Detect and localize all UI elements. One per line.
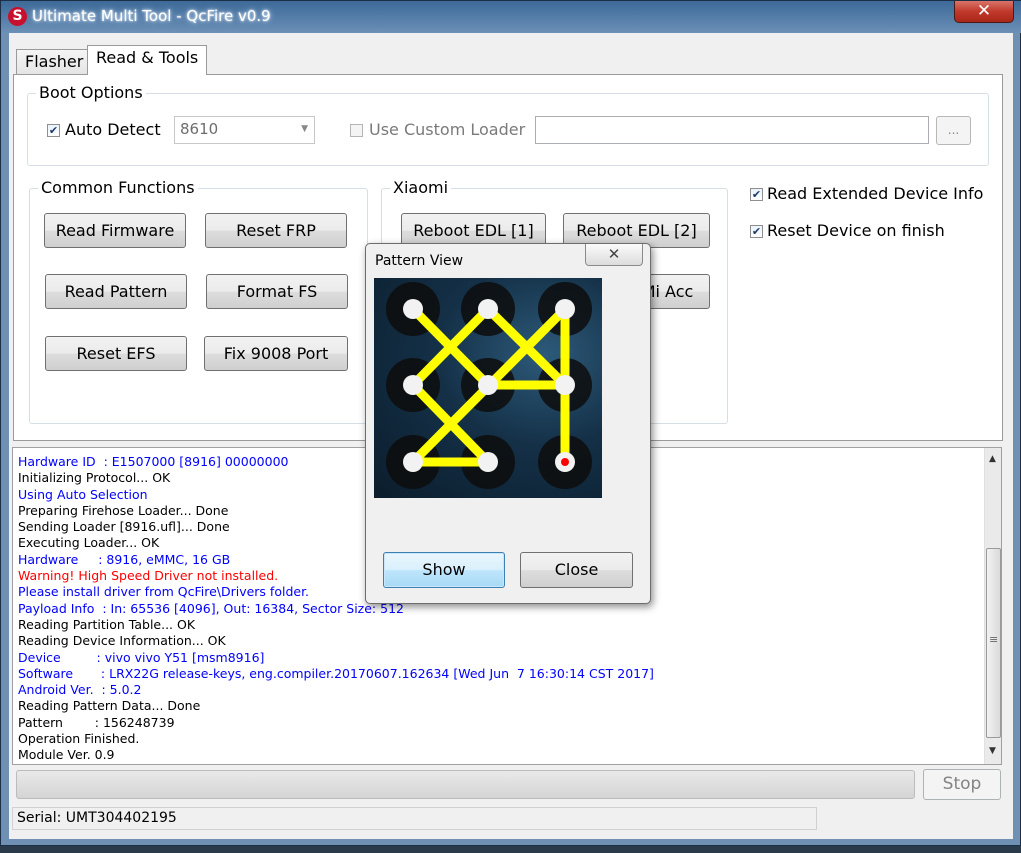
log-line: Reading Partition Table... OK: [18, 616, 196, 632]
window-close-button[interactable]: ✕: [954, 1, 1014, 23]
dialog-title: Pattern View: [375, 253, 464, 269]
chip-select-value: 8610: [180, 120, 219, 138]
loader-path-input[interactable]: [535, 116, 929, 144]
log-line: Reading Pattern Data... Done: [18, 698, 201, 714]
pattern-node: [403, 375, 423, 395]
checkmark-icon: ✔: [751, 188, 762, 201]
browse-loader-button[interactable]: ...: [936, 116, 971, 145]
read-extended-checkbox[interactable]: ✔: [750, 188, 763, 201]
scroll-thumb[interactable]: ≡: [986, 548, 1001, 738]
common-functions-label: Common Functions: [38, 178, 198, 197]
pattern-node: [478, 452, 498, 472]
custom-loader-checkbox[interactable]: [350, 124, 363, 137]
log-line: Operation Finished.: [18, 731, 140, 747]
fix-9008-port-button[interactable]: Fix 9008 Port: [204, 336, 348, 371]
log-line: Software : LRX22G release-keys, eng.comp…: [18, 665, 654, 681]
log-scrollbar[interactable]: ▲ ≡ ▼: [984, 448, 1001, 764]
pattern-image: [374, 278, 602, 498]
pattern-node: [403, 452, 423, 472]
pattern-drawing: [386, 282, 592, 489]
log-line: Pattern : 156248739: [18, 714, 175, 730]
status-serial: Serial: UMT304402195: [12, 807, 817, 830]
dialog-close-x-button[interactable]: ✕: [585, 244, 643, 266]
stop-button[interactable]: Stop: [923, 769, 1001, 800]
status-bar: Serial: UMT304402195: [9, 805, 1013, 833]
common-functions-group: Common Functions Read Firmware Reset FRP…: [29, 178, 368, 424]
pattern-end-marker: [561, 458, 569, 466]
chevron-down-icon: ▼: [301, 124, 308, 134]
scroll-up-icon[interactable]: ▲: [989, 454, 996, 464]
format-fs-button[interactable]: Format FS: [206, 274, 348, 309]
progress-bar: [16, 770, 915, 799]
tab-flasher[interactable]: Flasher: [16, 49, 93, 75]
tab-read-tools[interactable]: Read & Tools: [87, 45, 208, 75]
checkmark-icon: ✔: [48, 124, 59, 137]
scroll-down-icon[interactable]: ▼: [989, 746, 996, 756]
title-bar[interactable]: S Ultimate Multi Tool - QcFire v0.9 ✕: [1, 1, 1021, 33]
reset-device-label: Reset Device on finish: [767, 221, 945, 240]
reset-efs-button[interactable]: Reset EFS: [45, 336, 187, 371]
read-firmware-button[interactable]: Read Firmware: [44, 213, 186, 248]
log-line: Module Ver. 0.9: [18, 747, 115, 763]
pattern-view-dialog: Pattern View ✕ Show Close: [365, 243, 651, 604]
window-title: Ultimate Multi Tool - QcFire v0.9: [32, 7, 271, 25]
auto-detect-checkbox[interactable]: ✔: [47, 124, 60, 137]
reset-device-checkbox[interactable]: ✔: [750, 225, 763, 238]
checkmark-icon: ✔: [751, 225, 762, 238]
chip-select[interactable]: 8610 ▼: [174, 116, 315, 144]
boot-options-group: Boot Options ✔ Auto Detect 8610 ▼ Use Cu…: [27, 83, 989, 166]
pattern-node: [555, 299, 575, 319]
log-line: Device : vivo vivo Y51 [msm8916]: [18, 649, 265, 665]
pattern-node: [555, 375, 575, 395]
log-line: Android Ver. : 5.0.2: [18, 682, 142, 698]
read-pattern-button[interactable]: Read Pattern: [45, 274, 187, 309]
xiaomi-label: Xiaomi: [390, 178, 452, 197]
scroll-grip-icon: ≡: [989, 633, 999, 646]
custom-loader-label: Use Custom Loader: [369, 120, 526, 139]
boot-options-label: Boot Options: [36, 83, 146, 102]
pattern-node: [478, 299, 498, 319]
reset-frp-button[interactable]: Reset FRP: [205, 213, 347, 248]
auto-detect-label: Auto Detect: [65, 120, 161, 139]
app-logo-icon: S: [8, 7, 27, 26]
pattern-node: [403, 299, 423, 319]
log-line: Reading Device Information... OK: [18, 633, 226, 649]
close-button[interactable]: Close: [520, 552, 633, 588]
pattern-node: [478, 375, 498, 395]
read-extended-label: Read Extended Device Info: [767, 184, 984, 203]
show-button[interactable]: Show: [383, 552, 505, 588]
